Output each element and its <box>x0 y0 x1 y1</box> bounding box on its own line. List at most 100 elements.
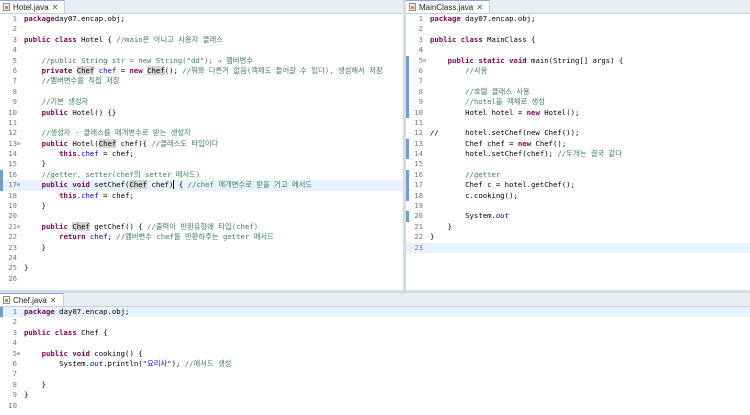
tab-hotel-java[interactable]: Hotel.java ✕ <box>0 0 66 13</box>
line-number: 10 <box>8 400 17 410</box>
code-line[interactable]: 10 Hotel hotel = new Hotel(); <box>406 107 750 118</box>
code-line[interactable]: 6 private Chef chef = new Chef(); //뭐와 다… <box>0 65 403 76</box>
code-line[interactable]: 21 } <box>406 222 750 232</box>
close-icon[interactable]: ✕ <box>476 2 483 13</box>
code-line[interactable]: 3 public class MainClass { <box>406 35 750 45</box>
mainclass-code-editor[interactable]: 1 package day07.encap.obj; 2 3 public class … <box>406 14 750 290</box>
code-line[interactable]: 1 packageday07.encap.obj; <box>0 14 403 24</box>
code-line[interactable]: 11 <box>406 118 750 128</box>
code-line[interactable]: 7 //멤버변수를 직접 저장 <box>0 76 403 86</box>
code-line[interactable]: 12 //생성자 - 클래스를 매개변수로 받는 생성자 <box>0 128 403 138</box>
code-line[interactable]: 15 <box>406 159 750 169</box>
code-line[interactable]: 20 System.out <box>406 211 750 222</box>
line-number: 7 <box>12 369 17 379</box>
code-line[interactable]: 9 //기본 생성자 <box>0 97 403 107</box>
code-line[interactable]: 9 //hotel을 객체로 생성 <box>406 97 750 108</box>
fold-toggle-icon[interactable]: ⊖ <box>17 139 20 149</box>
code-line[interactable]: 23 <box>406 242 750 253</box>
code-line[interactable]: 22 return chef; //멤버변수 chef를 반환하주는 gette… <box>0 232 403 242</box>
code-line[interactable]: 18 c.cooking(); <box>406 190 750 202</box>
code-line[interactable]: 2 <box>0 24 403 34</box>
code-line[interactable]: 3 public class Chef { <box>0 328 750 338</box>
code-line[interactable]: 23 } <box>0 243 403 253</box>
tab-label: Chef.java <box>13 295 47 305</box>
line-number: 5 <box>12 55 17 65</box>
code-line[interactable]: 7 <box>0 369 750 379</box>
tab-mainclass-java[interactable]: MainClass.java ✕ <box>406 0 490 13</box>
code-line[interactable]: 10 public Hotel() {} <box>0 108 403 118</box>
code-line[interactable]: 17 ⊖ public void setChef(Chef chef) { //c… <box>0 180 403 191</box>
code-line[interactable]: 8 <box>0 87 403 97</box>
code-token: getChef() { <box>89 221 148 231</box>
fold-toggle-icon[interactable]: ⊖ <box>17 180 20 190</box>
code-line[interactable]: 24 <box>0 253 403 263</box>
hotel-code-editor[interactable]: 1 packageday07.encap.obj; 2 3 public class H… <box>0 14 403 290</box>
code-line[interactable]: 19 <box>406 201 750 211</box>
chef-code-editor[interactable]: 1 package day07.encap.obj; 2 3 public class … <box>0 307 750 415</box>
code-line[interactable]: 6 System.out.println("요리사"); //메서드 생성 <box>0 359 750 369</box>
code-text: c.cooking(); <box>430 191 518 201</box>
code-line[interactable]: 19 } <box>0 201 403 211</box>
code-token: chef <box>89 232 108 242</box>
code-line[interactable]: 2 <box>406 24 750 34</box>
code-line[interactable]: 9} <box>0 390 750 400</box>
code-token: //기본 생성자 <box>41 97 89 107</box>
code-line[interactable]: 18 this.chef = chef; <box>0 191 403 201</box>
code-line[interactable]: 7 <box>406 76 750 87</box>
code-text: } <box>24 380 46 390</box>
code-line[interactable]: 21 ⊖ public Chef getChef() { //출력이 반환유형에 … <box>0 221 403 232</box>
code-line[interactable]: 5 ⊖ public static void main(String[] args… <box>406 55 750 66</box>
line-number: 3 <box>12 34 17 44</box>
code-text: this.chef = chef; <box>24 149 134 159</box>
code-line[interactable]: 25} <box>0 263 403 273</box>
code-line[interactable]: 8 } <box>0 380 750 390</box>
code-line[interactable]: 16 //getter, setter(chef의 setter 메서드) <box>0 169 403 181</box>
code-line[interactable]: 14 this.chef = chef; <box>0 149 403 159</box>
line-number: 15 <box>8 159 17 169</box>
code-text: //getter, setter(chef의 setter 메서드) <box>24 170 201 180</box>
code-line[interactable]: 2 <box>0 317 750 327</box>
code-token: //hotel을 객체로 생성 <box>465 97 545 107</box>
code-line[interactable]: 15 } <box>0 159 403 169</box>
code-line[interactable]: 11 <box>0 118 403 128</box>
code-line[interactable]: 5 //public String str = new String("dd")… <box>0 56 403 66</box>
fold-toggle-icon[interactable]: ⊖ <box>17 222 20 232</box>
code-line[interactable]: 17 Chef c = hotel.getChef(); <box>406 180 750 191</box>
code-text: this.chef = chef; <box>24 191 134 201</box>
code-line[interactable]: 8 //호텔 클래스 사용 <box>406 86 750 98</box>
code-text: //생성자 - 클래스를 매개변수로 받는 생성자 <box>24 128 191 138</box>
code-text: } <box>24 243 46 253</box>
tab-label: Hotel.java <box>13 2 49 12</box>
line-number: 21 <box>8 221 17 231</box>
code-line[interactable]: 14 hotel.setChef(chef); //두개는 결국 같다 <box>406 149 750 160</box>
line-number: 6 <box>418 65 423 75</box>
code-line[interactable]: 3 public class Hotel { //main은 아니고 사용자 클래… <box>0 35 403 45</box>
code-line[interactable]: 4 <box>0 338 750 348</box>
code-line[interactable]: 13 ⊖ public Hotel(Chef chef){ //클래스도 타입이다 <box>0 138 403 149</box>
code-line[interactable]: 12 // hotel.setChef(new Chef()); <box>406 128 750 138</box>
code-line[interactable]: 26 <box>0 274 403 284</box>
code-line[interactable]: 4 <box>0 45 403 55</box>
code-line[interactable]: 1 package day07.encap.obj; <box>406 14 750 24</box>
fold-toggle-icon[interactable]: ⊖ <box>17 349 20 359</box>
code-line[interactable]: 13 Chef chef = new Chef(); <box>406 138 750 150</box>
code-line[interactable]: 5 ⊖ public void cooking() { <box>0 349 750 359</box>
mainclass-tab-bar: MainClass.java ✕ <box>406 0 750 14</box>
close-icon[interactable]: ✕ <box>52 2 59 13</box>
code-text: public class Hotel { //main은 아니고 사용자 클래스 <box>24 35 223 45</box>
code-line[interactable]: 16 //getter <box>406 169 750 181</box>
fold-toggle-icon[interactable]: ⊖ <box>423 56 426 66</box>
line-number: 9 <box>12 390 17 400</box>
code-line[interactable]: 10 <box>0 401 750 411</box>
close-icon[interactable]: ✕ <box>50 295 57 306</box>
code-token: } <box>24 159 46 169</box>
code-token: //뭐와 다른거 없음(객체도 들어갈 수 있다), 생성해서 저장 <box>182 65 383 75</box>
tab-chef-java[interactable]: Chef.java ✕ <box>0 293 64 306</box>
code-line[interactable]: 20 <box>0 211 403 221</box>
line-number: 16 <box>414 169 423 179</box>
code-line[interactable]: 6 //사용 <box>406 65 750 77</box>
code-line[interactable]: 1 package day07.encap.obj; <box>0 307 750 318</box>
code-line[interactable]: 4 <box>406 45 750 55</box>
code-line[interactable]: 22} <box>406 232 750 242</box>
